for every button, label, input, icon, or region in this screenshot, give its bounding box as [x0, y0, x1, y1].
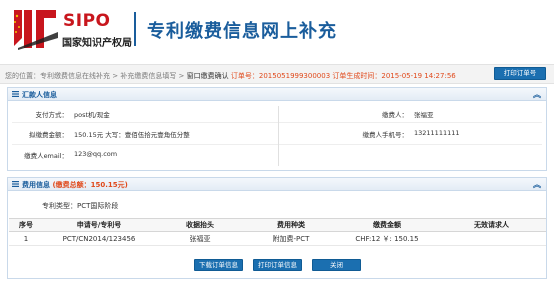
- breadcrumb-step-1[interactable]: 专利缴费信息在线补充: [40, 72, 110, 80]
- table-cell: CHF:12 ￥: 150.15: [337, 231, 437, 246]
- logo-org-name: 国家知识产权局: [62, 38, 132, 49]
- table-cell: 1: [9, 231, 43, 246]
- print-order-button[interactable]: 打印订单信息: [253, 259, 302, 271]
- sipo-logo-icon: [14, 10, 58, 50]
- column-header: 序号: [9, 218, 43, 232]
- phone-label: 缴费人手机号：: [362, 131, 409, 139]
- order-time: 2015-05-19 14:27:56: [381, 72, 456, 80]
- fee-info-panel: 费用信息 (缴费总额：150.15元) ︽ 专利类型：PCT国际阶段 序号 申请…: [7, 177, 547, 279]
- table-header-row: 序号 申请号/专利号 收据抬头 费用种类 缴费金额 无效请求人: [9, 218, 546, 232]
- patent-type-value: PCT国际阶段: [77, 202, 119, 210]
- fee-table: 序号 申请号/专利号 收据抬头 费用种类 缴费金额 无效请求人 1 PCT/CN…: [9, 218, 546, 246]
- page-header: SIPO 国家知识产权局 专利缴费信息网上补充: [0, 0, 554, 58]
- remitter-info-panel: 汇款人信息 ︽ 支付方式： post机/现金 拟缴费金额： 150.15元 大写…: [7, 87, 547, 171]
- breadcrumb-bar: 您的位置：专利缴费信息在线补充 > 补充缴费信息填写 > 窗口缴费确认 订单号：…: [0, 64, 554, 84]
- column-header: 缴费金额: [337, 218, 437, 232]
- breadcrumb-step-3: 窗口缴费确认: [186, 72, 229, 80]
- breadcrumb-prefix: 您的位置：: [5, 72, 40, 80]
- payer-label: 缴费人：: [382, 111, 408, 119]
- fee-panel-header: 费用信息 (缴费总额：150.15元) ︽: [8, 178, 546, 191]
- collapse-chevron-icon[interactable]: ︽: [533, 179, 541, 190]
- remitter-section-title: 汇款人信息: [22, 91, 57, 99]
- payer-value: 张福亚: [414, 111, 434, 119]
- download-order-button[interactable]: 下载订单信息: [194, 259, 243, 271]
- column-header: 费用种类: [245, 218, 337, 232]
- fee-section-title: 费用信息 (缴费总额：150.15元): [22, 180, 128, 190]
- amount-value: 150.15元 大写：壹佰伍拾元壹角伍分整: [74, 131, 190, 139]
- email-value: 123@qq.com: [74, 150, 118, 158]
- pay-method-label: 支付方式：: [35, 111, 69, 119]
- header-divider: [134, 12, 136, 46]
- patent-type: 专利类型：PCT国际阶段: [42, 201, 118, 211]
- table-cell: PCT/CN2014/123456: [43, 231, 155, 246]
- breadcrumb-separator: >: [176, 72, 187, 80]
- print-order-number-button[interactable]: 打印订单号: [494, 67, 546, 80]
- table-cell: [437, 231, 546, 246]
- column-header: 收据抬头: [155, 218, 245, 232]
- email-label: 缴费人email：: [24, 152, 68, 160]
- column-header: 无效请求人: [437, 218, 546, 232]
- list-icon: [12, 181, 19, 187]
- breadcrumb-separator: >: [110, 72, 121, 80]
- order-number: 2015051999300003: [258, 72, 331, 80]
- list-icon: [12, 91, 19, 97]
- collapse-chevron-icon[interactable]: ︽: [533, 89, 541, 100]
- breadcrumb-step-2[interactable]: 补充缴费信息填写: [120, 72, 176, 80]
- table-row: 1 PCT/CN2014/123456 张福亚 附加费-PCT CHF:12 ￥…: [9, 231, 546, 246]
- amount-label: 拟缴费金额：: [29, 131, 68, 139]
- row-divider: [12, 122, 542, 123]
- table-cell: 张福亚: [155, 231, 245, 246]
- row-divider: [12, 144, 542, 145]
- breadcrumb: 您的位置：专利缴费信息在线补充 > 补充缴费信息填写 > 窗口缴费确认 订单号：…: [5, 71, 456, 81]
- order-number-label: 订单号：: [230, 72, 259, 80]
- close-button[interactable]: 关闭: [312, 259, 361, 271]
- phone-value: 13211111111: [414, 129, 460, 137]
- logo-text: SIPO: [63, 11, 111, 31]
- column-divider: [278, 106, 279, 166]
- order-time-label: 订单生成时间：: [332, 72, 382, 80]
- table-cell: 附加费-PCT: [245, 231, 337, 246]
- page-title: 专利缴费信息网上补充: [147, 21, 337, 42]
- pay-method-value: post机/现金: [74, 111, 110, 119]
- fee-section-label: 费用信息: [22, 181, 50, 189]
- patent-type-label: 专利类型：: [42, 202, 77, 210]
- column-header: 申请号/专利号: [43, 218, 155, 232]
- fee-total: (缴费总额：150.15元): [52, 181, 128, 189]
- remitter-panel-header: 汇款人信息 ︽: [8, 88, 546, 101]
